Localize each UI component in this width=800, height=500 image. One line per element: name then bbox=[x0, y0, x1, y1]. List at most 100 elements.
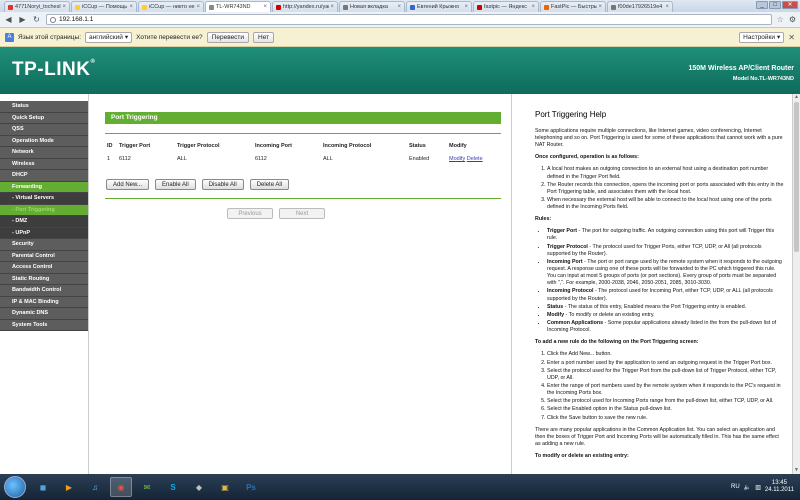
menu-item-network[interactable]: Network bbox=[0, 147, 88, 159]
menu-item-dhcp[interactable]: DHCP bbox=[0, 170, 88, 182]
disable-all-button[interactable]: Disable All bbox=[201, 179, 244, 190]
close-tab-icon[interactable]: × bbox=[598, 4, 602, 10]
browser-tab-label: iCCup — никто не bbox=[149, 4, 195, 10]
close-tab-icon[interactable]: × bbox=[196, 4, 200, 10]
browser-tab[interactable]: Евгений Крыжно × bbox=[406, 1, 472, 12]
menu-item-forwarding[interactable]: Forwarding bbox=[0, 181, 88, 193]
clock[interactable]: 13:45 24.11.2011 bbox=[765, 480, 794, 494]
menu-item-static-routing[interactable]: Static Routing bbox=[0, 273, 88, 285]
tp-link-logo: TP-LINK® bbox=[12, 59, 96, 80]
app-icon[interactable]: ◆ bbox=[188, 477, 210, 497]
media-player-icon[interactable]: ▶ bbox=[58, 477, 80, 497]
browser-tab[interactable]: 4771Noryi_tochesl × bbox=[4, 1, 70, 12]
next-button[interactable]: Next bbox=[279, 208, 325, 219]
add-new-button[interactable]: Add New... bbox=[106, 179, 150, 190]
browser-tab[interactable]: iCCup — никто не × bbox=[138, 1, 204, 12]
previous-button[interactable]: Previous bbox=[227, 208, 273, 219]
explorer-icon[interactable]: ◼ bbox=[32, 477, 54, 497]
help-configured-steps: A local host makes an outgoing connectio… bbox=[547, 166, 784, 211]
close-tab-icon[interactable]: × bbox=[665, 4, 669, 10]
scrollbar-thumb[interactable] bbox=[794, 102, 799, 252]
page-title: Port Triggering bbox=[105, 112, 501, 124]
wrench-icon[interactable]: ⚙ bbox=[789, 15, 796, 24]
delete-all-button[interactable]: Delete All bbox=[249, 179, 290, 190]
browser-tab[interactable]: fastpic — Яндекс × bbox=[473, 1, 539, 12]
skype-icon[interactable]: S bbox=[162, 477, 184, 497]
menu-item-parental-control[interactable]: Parental Control bbox=[0, 250, 88, 262]
help-step: Select the Enabled option in the Status … bbox=[547, 406, 784, 413]
menu-item-qss[interactable]: QSS bbox=[0, 124, 88, 136]
menu-item-port-triggering[interactable]: - Port Triggering bbox=[0, 204, 88, 216]
menu-item-ip-mac-binding[interactable]: IP & MAC Binding bbox=[0, 296, 88, 308]
start-button[interactable] bbox=[4, 476, 26, 498]
close-tab-icon[interactable]: × bbox=[531, 4, 535, 10]
help-rule-term: Modify bbox=[547, 311, 565, 318]
menu-item-upnp[interactable]: - UPnP bbox=[0, 227, 88, 239]
translate-button[interactable]: Перевести bbox=[206, 31, 250, 43]
network-icon[interactable]: ▥ bbox=[755, 484, 761, 491]
no-button[interactable]: Нет bbox=[253, 31, 275, 43]
close-icon[interactable]: ✕ bbox=[788, 33, 795, 42]
scroll-up-icon[interactable]: ▲ bbox=[793, 94, 800, 101]
menu-item-virtual-servers[interactable]: - Virtual Servers bbox=[0, 193, 88, 205]
browser-tab[interactable]: http://yandex.ru/yan × bbox=[272, 1, 338, 12]
browser-tab[interactable]: TL-WR743ND × bbox=[205, 1, 271, 12]
folder-icon[interactable]: ▣ bbox=[214, 477, 236, 497]
menu-item-dynamic-dns[interactable]: Dynamic DNS bbox=[0, 308, 88, 320]
explorer-icon-glyph: ◼ bbox=[39, 482, 47, 492]
browser-tab-label: FastPic — Быстрый bbox=[551, 4, 598, 10]
language-indicator[interactable]: RU bbox=[731, 484, 740, 490]
browser-tab-label: f00de17926519e4 bbox=[618, 4, 663, 10]
modify-link[interactable]: Modify bbox=[449, 156, 465, 162]
settings-button[interactable]: Настройки ▾ bbox=[739, 31, 785, 43]
browser-tab[interactable]: FastPic — Быстрый × bbox=[540, 1, 606, 12]
help-scrollbar[interactable]: ▲ ▼ bbox=[792, 94, 800, 474]
help-step: Select the protocol used for the Trigger… bbox=[547, 368, 784, 382]
close-tab-icon[interactable]: × bbox=[129, 4, 133, 10]
language-select[interactable]: английский ▾ bbox=[85, 31, 133, 43]
menu-item-system-tools[interactable]: System Tools bbox=[0, 319, 88, 331]
close-window-icon[interactable]: ✕ bbox=[782, 1, 798, 9]
menu-item-quick-setup[interactable]: Quick Setup bbox=[0, 112, 88, 124]
address-text: 192.168.1.1 bbox=[59, 16, 94, 23]
star-icon[interactable]: ☆ bbox=[777, 15, 784, 24]
speaker-icon[interactable]: 🔈 bbox=[744, 484, 751, 491]
back-icon[interactable]: ◀ bbox=[4, 15, 13, 24]
menu-item-security[interactable]: Security bbox=[0, 239, 88, 251]
reload-icon[interactable]: ↻ bbox=[32, 15, 41, 24]
browser-tab[interactable]: f00de17926519e4 × bbox=[607, 1, 673, 12]
close-tab-icon[interactable]: × bbox=[330, 4, 334, 10]
help-step: Enter a port number used by the applicat… bbox=[547, 360, 784, 367]
browser-tab[interactable]: Новая вкладка × bbox=[339, 1, 405, 12]
photoshop-icon[interactable]: Ps bbox=[240, 477, 262, 497]
maximize-icon[interactable]: □ bbox=[769, 1, 781, 9]
menu-item-status[interactable]: Status bbox=[0, 101, 88, 113]
favicon-icon bbox=[343, 4, 348, 10]
forward-icon[interactable]: ▶ bbox=[18, 15, 27, 24]
menu-item-dmz[interactable]: - DMZ bbox=[0, 216, 88, 228]
main-content: Port Triggering ID Trigger Port Trigger Pr… bbox=[88, 94, 512, 474]
close-tab-icon[interactable]: × bbox=[397, 4, 401, 10]
help-rule-term: Status bbox=[547, 303, 564, 310]
delete-link[interactable]: Delete bbox=[467, 156, 483, 162]
minimize-icon[interactable]: _ bbox=[756, 1, 768, 9]
browser-tab[interactable]: iCCup — Помощь × bbox=[71, 1, 137, 12]
menu-item-access-control[interactable]: Access Control bbox=[0, 262, 88, 274]
messenger-icon[interactable]: ✉ bbox=[136, 477, 158, 497]
menu-item-operation-mode[interactable]: Operation Mode bbox=[0, 135, 88, 147]
close-tab-icon[interactable]: × bbox=[62, 4, 66, 10]
help-rules: Trigger Port - The port for outgoing tra… bbox=[547, 228, 784, 334]
enable-all-button[interactable]: Enable All bbox=[155, 179, 196, 190]
help-rule: Status - The status of this entry, Enabl… bbox=[547, 304, 784, 311]
close-tab-icon[interactable]: × bbox=[464, 4, 468, 10]
itunes-icon[interactable]: ♫ bbox=[84, 477, 106, 497]
help-rule-term: Trigger Protocol bbox=[547, 243, 588, 250]
scroll-down-icon[interactable]: ▼ bbox=[793, 467, 800, 474]
cell-incoming-port: 6112 bbox=[255, 156, 267, 162]
address-bar[interactable]: 192.168.1.1 bbox=[46, 14, 772, 25]
help-step: Enter the range of port numbers used by … bbox=[547, 383, 784, 397]
menu-item-wireless[interactable]: Wireless bbox=[0, 158, 88, 170]
close-tab-icon[interactable]: × bbox=[263, 4, 267, 10]
chrome-icon[interactable]: ◉ bbox=[110, 477, 132, 497]
menu-item-bandwidth-control[interactable]: Bandwidth Control bbox=[0, 285, 88, 297]
